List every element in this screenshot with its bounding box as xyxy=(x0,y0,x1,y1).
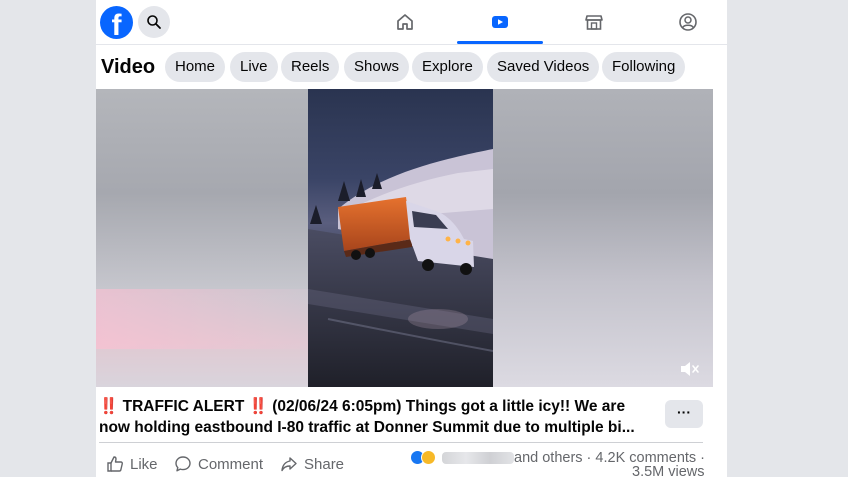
video-frame xyxy=(308,89,493,387)
pill-reels[interactable]: Reels xyxy=(281,52,340,82)
search-icon xyxy=(147,15,161,29)
video-blur-right xyxy=(493,89,713,387)
video-section-nav: Video Home Live Reels Shows Explore Save… xyxy=(96,45,727,89)
marketplace-icon xyxy=(585,15,603,30)
wow-reaction-icon xyxy=(421,450,436,465)
tab-marketplace[interactable] xyxy=(579,8,609,36)
tab-video[interactable] xyxy=(485,8,515,36)
search-button[interactable] xyxy=(138,6,170,38)
share-label: Share xyxy=(304,455,345,473)
tab-home[interactable] xyxy=(390,8,420,36)
top-navigation: f xyxy=(96,0,727,45)
share-icon xyxy=(281,457,297,472)
reactions-others-text: and others · xyxy=(514,450,592,466)
blurred-reactor-names xyxy=(442,451,514,464)
more-options-button[interactable]: ··· xyxy=(665,400,703,428)
reaction-summary[interactable] xyxy=(410,450,514,465)
pill-home[interactable]: Home xyxy=(165,52,226,82)
views-count: 3.5M views xyxy=(632,464,705,477)
share-button[interactable]: Share xyxy=(280,454,344,474)
comment-icon xyxy=(175,456,191,472)
facebook-logo[interactable]: f xyxy=(100,6,133,39)
phone-screen: f Video Home Live Reels Shows Explore Sa… xyxy=(96,0,727,477)
pill-saved-videos[interactable]: Saved Videos xyxy=(487,52,600,82)
pill-shows[interactable]: Shows xyxy=(344,52,410,82)
video-icon xyxy=(492,16,508,28)
home-icon xyxy=(397,14,413,30)
section-title: Video xyxy=(101,56,156,78)
video-blur-left xyxy=(96,89,308,387)
divider xyxy=(99,442,703,443)
tab-profile[interactable] xyxy=(673,8,703,36)
profile-icon xyxy=(679,13,697,31)
post-caption-line-2: now holding eastbound I-80 traffic at Do… xyxy=(99,419,635,436)
post-caption[interactable]: ‼️ TRAFFIC ALERT ‼️ (02/06/24 6:05pm) Th… xyxy=(99,396,649,438)
comment-label: Comment xyxy=(198,455,264,473)
like-button[interactable]: Like xyxy=(106,454,158,474)
pill-live[interactable]: Live xyxy=(230,52,278,82)
video-player[interactable] xyxy=(96,89,713,387)
active-tab-indicator xyxy=(457,41,543,44)
video-thumbnail-truck xyxy=(308,149,493,387)
comment-button[interactable]: Comment xyxy=(174,454,263,474)
pill-explore[interactable]: Explore xyxy=(412,52,483,82)
post-caption-line-1: ‼️ TRAFFIC ALERT ‼️ (02/06/24 6:05pm) Th… xyxy=(99,398,626,415)
pill-following[interactable]: Following xyxy=(602,52,686,82)
mute-icon[interactable] xyxy=(679,359,701,379)
like-label: Like xyxy=(130,455,158,473)
thumbs-up-icon xyxy=(107,456,123,472)
